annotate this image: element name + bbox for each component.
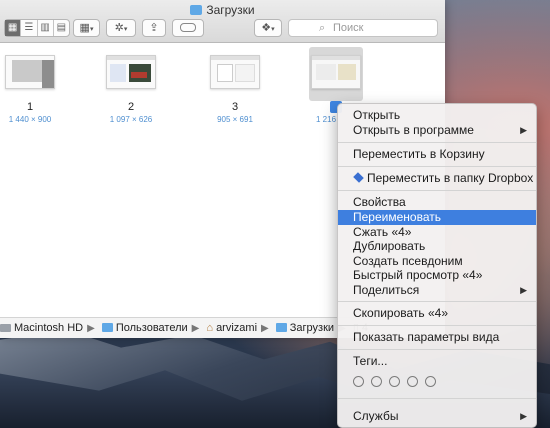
menu-separator (338, 142, 536, 143)
tags-button[interactable] (172, 19, 204, 37)
path-item-users[interactable]: Пользователи (101, 322, 188, 334)
search-icon: ⌕ (319, 22, 326, 34)
menu-item-rename[interactable]: Переименовать (338, 210, 536, 225)
chevron-down-icon: ▾ (271, 26, 275, 33)
action-button[interactable]: ✲▾ (106, 19, 136, 37)
list-view-button[interactable]: ☰ (21, 20, 38, 36)
menu-separator (338, 325, 536, 326)
file-name: 3 (231, 101, 239, 113)
tag-circle-icon[interactable] (425, 376, 436, 387)
file-thumbnail (210, 55, 260, 89)
file-name: 1 (26, 101, 34, 113)
menu-item-copy[interactable]: Скопировать «4» (338, 306, 536, 321)
search-input[interactable]: ⌕ Поиск (288, 19, 438, 37)
submenu-arrow-icon: ▶ (520, 285, 527, 295)
column-view-button[interactable]: ▥ (38, 20, 54, 36)
menu-item-move-to-dropbox[interactable]: Переместить в папку Dropbox (338, 171, 536, 186)
menu-separator (338, 190, 536, 191)
icon-view-button[interactable]: ▦ (5, 20, 22, 36)
menu-separator (338, 166, 536, 167)
menu-separator (338, 398, 536, 399)
tag-color-picker (353, 376, 443, 390)
menu-item-services[interactable]: Службы ▶ (338, 409, 536, 424)
file-thumbnail (311, 55, 361, 89)
file-thumbnail (106, 55, 156, 89)
menu-item-open[interactable]: Открыть (338, 108, 536, 123)
menu-item-open-with[interactable]: Открыть в программе ▶ (338, 123, 536, 138)
dropbox-button[interactable]: ❖▾ (254, 19, 282, 37)
grid-icon: ▦ (79, 22, 90, 34)
dropbox-icon: ❖ (261, 22, 272, 34)
hard-drive-icon (0, 324, 11, 332)
view-mode-segment: ▦ ☰ ▥ ▤ (4, 19, 70, 37)
file-item-3[interactable]: 3 905 × 691 (185, 43, 285, 124)
menu-item-duplicate[interactable]: Дублировать (338, 239, 536, 254)
gear-icon: ✲ (114, 22, 124, 34)
file-name: 2 (127, 101, 135, 113)
submenu-arrow-icon: ▶ (520, 411, 527, 421)
tag-circle-icon[interactable] (389, 376, 400, 387)
menu-item-show-view-options[interactable]: Показать параметры вида (338, 330, 536, 345)
chevron-right-icon: ▶ (261, 323, 269, 334)
file-thumbnail (5, 55, 55, 89)
context-menu: Открыть Открыть в программе ▶ Переместить… (337, 103, 537, 428)
menu-item-share[interactable]: Поделиться ▶ (338, 283, 536, 298)
chevron-right-icon: ▶ (87, 323, 95, 334)
menu-item-tags[interactable]: Теги... (338, 354, 536, 369)
menu-item-info[interactable]: Свойства (338, 195, 536, 210)
chevron-down-icon: ▾ (123, 26, 128, 33)
tag-circle-icon[interactable] (353, 376, 364, 387)
file-dimensions: 1 440 × 900 (8, 115, 52, 124)
chevron-right-icon: ▶ (191, 323, 200, 334)
menu-separator (338, 301, 536, 302)
menu-item-make-alias[interactable]: Создать псевдоним (338, 254, 536, 269)
folder-icon (275, 323, 287, 332)
share-icon: ⇪ (149, 22, 159, 34)
folder-icon (190, 5, 203, 15)
home-icon: ⌂ (206, 322, 214, 334)
folder-icon (101, 323, 113, 332)
dropbox-icon (353, 172, 364, 183)
tag-circle-icon[interactable] (371, 376, 382, 387)
path-item-home[interactable]: ⌂ arvizami (206, 322, 257, 334)
tag-icon (180, 23, 196, 32)
menu-item-move-to-trash[interactable]: Переместить в Корзину (338, 147, 536, 162)
menu-item-compress[interactable]: Сжать «4» (338, 225, 536, 240)
window-title-text: Загрузки (206, 3, 255, 17)
path-item-macintosh-hd[interactable]: Macintosh HD (0, 322, 83, 334)
path-item-downloads[interactable]: Загрузки (275, 322, 334, 334)
chevron-down-icon: ▾ (89, 26, 94, 33)
file-dimensions: 1 097 × 626 (109, 115, 153, 124)
arrange-button[interactable]: ▦▾ (73, 19, 100, 37)
search-placeholder: Поиск (333, 22, 364, 34)
file-item-1[interactable]: 1 1 440 × 900 (0, 43, 80, 124)
tag-circle-icon[interactable] (407, 376, 418, 387)
menu-separator (338, 349, 536, 350)
menu-item-quick-look[interactable]: Быстрый просмотр «4» (338, 268, 536, 283)
toolbar: Загрузки ▦ ☰ ▥ ▤ ▦▾ ✲▾ ⇪ ❖▾ ⌕ Поиск (0, 0, 445, 43)
file-item-2[interactable]: 2 1 097 × 626 (81, 43, 181, 124)
submenu-arrow-icon: ▶ (520, 125, 527, 135)
share-button[interactable]: ⇪ (142, 19, 166, 37)
cover-flow-button[interactable]: ▤ (54, 20, 69, 36)
file-dimensions: 905 × 691 (217, 115, 253, 124)
window-title: Загрузки (0, 3, 445, 17)
